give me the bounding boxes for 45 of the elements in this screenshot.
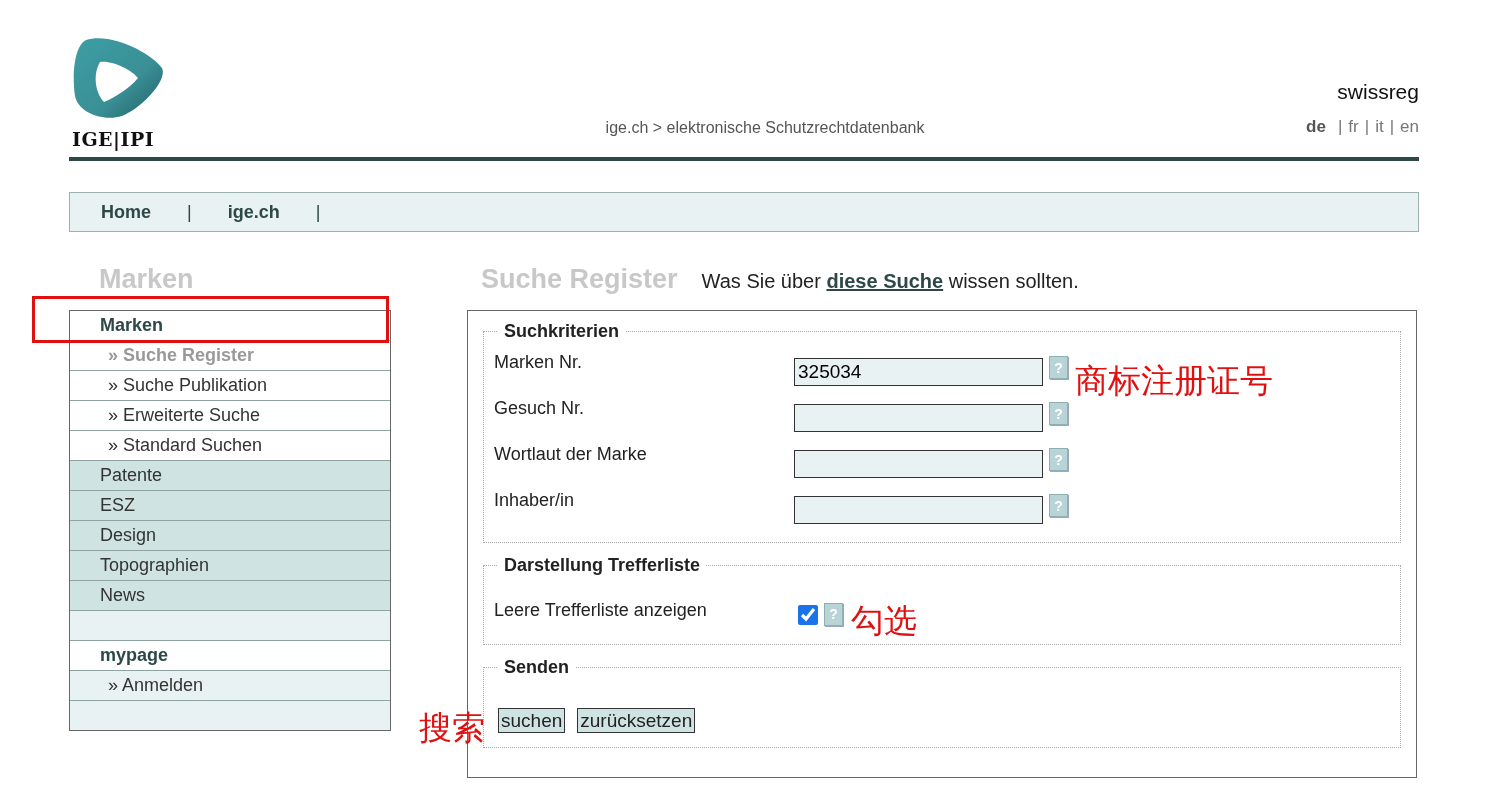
separator: |	[1364, 117, 1370, 137]
logo-wordmark: IGE|IPI	[72, 128, 155, 150]
menu-item[interactable]: News	[70, 585, 145, 606]
language-link[interactable]: en	[1400, 117, 1419, 137]
menu-item[interactable]: mypage	[70, 645, 169, 666]
menu-item[interactable]: » Suche Publikation	[70, 375, 268, 396]
field-label: Wortlaut der Marke	[494, 443, 648, 465]
reset-button[interactable]: zurücksetzen	[577, 708, 696, 733]
info-link[interactable]: diese Suche	[826, 270, 944, 292]
logo-icon	[72, 36, 164, 120]
annotation-text: 商标注册证号	[1075, 364, 1273, 397]
input-field[interactable]	[794, 450, 1043, 478]
menu-item[interactable]: Design	[70, 525, 157, 546]
search-button[interactable]: suchen	[498, 708, 566, 733]
breadcrumb: ige.ch > elektronische Schutzrechtdatenbank	[605, 119, 925, 137]
intro-text: Was Sie über diese Suche wissen sollten.	[701, 270, 1079, 293]
field-label: Leere Trefferliste anzeigen	[494, 598, 708, 621]
separator: |	[315, 201, 321, 223]
nav-link[interactable]: Home	[101, 201, 151, 223]
menu-item[interactable]: » Erweiterte Suche	[70, 405, 261, 426]
input-field[interactable]	[794, 404, 1043, 432]
field-label: Marken Nr.	[494, 351, 584, 373]
separator: |	[1337, 117, 1343, 137]
separator: |	[1389, 117, 1395, 137]
menu-item[interactable]: » Anmelden	[70, 675, 204, 696]
annotation-text: 勾选	[851, 604, 917, 637]
separator: |	[187, 201, 192, 223]
nav-link[interactable]: ige.ch	[227, 201, 280, 223]
menu-item[interactable]: Patente	[70, 465, 163, 486]
menu-item[interactable]: Topographien	[70, 555, 210, 576]
menu-item[interactable]: ESZ	[70, 495, 135, 516]
site-name: swissreg	[1337, 80, 1419, 104]
field-label: Gesuch Nr.	[494, 397, 586, 419]
checkbox[interactable]	[798, 605, 818, 625]
menu-item[interactable]: » Standard Suchen	[70, 435, 263, 456]
section-legend: Senden	[498, 657, 575, 678]
language-link[interactable]: fr	[1348, 117, 1359, 137]
menu-item[interactable]: Marken	[70, 315, 164, 336]
language-link[interactable]: it	[1375, 117, 1384, 137]
section-legend: Darstellung Trefferliste	[498, 555, 707, 576]
language-link[interactable]: de	[1306, 117, 1326, 137]
input-field[interactable]	[794, 496, 1043, 524]
section-legend: Suchkriterien	[498, 321, 626, 342]
input-field[interactable]: 325034	[794, 358, 1043, 386]
field-label: Inhaber/in	[494, 489, 576, 511]
